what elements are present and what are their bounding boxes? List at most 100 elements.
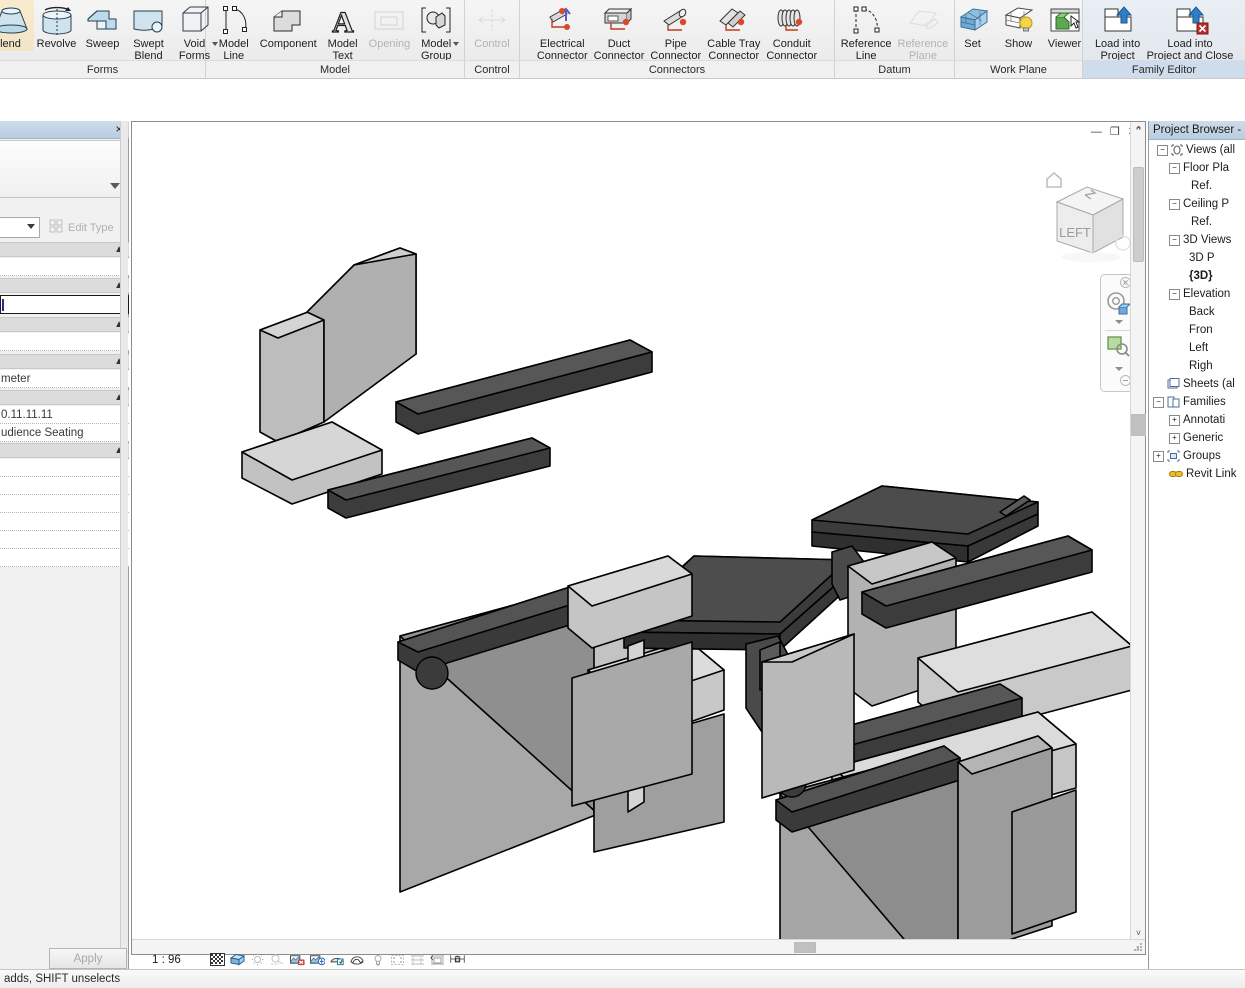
tree-node-floor-plans[interactable]: − Floor Pla (1149, 159, 1245, 177)
tree-node-elevation-back[interactable]: Back (1149, 303, 1245, 321)
type-selector-combobox[interactable] (0, 217, 40, 238)
visual-style-icon[interactable] (230, 952, 245, 967)
ribbon-button-conduit-connector[interactable]: Conduit Connector (763, 0, 820, 62)
show-crop-region-icon[interactable] (330, 952, 345, 967)
collapse-expander-icon[interactable]: − (1169, 198, 1180, 210)
vertical-scroll-thumb-upper[interactable] (1133, 167, 1144, 262)
ribbon-button-sweep[interactable]: Sweep (80, 0, 126, 51)
property-group-header[interactable]: ▲ (0, 242, 129, 257)
canvas-vertical-scrollbar[interactable]: ^ ˅ (1130, 122, 1146, 940)
ribbon-button-label: Revolve (36, 38, 77, 50)
property-row[interactable]: udience Seating (0, 424, 129, 442)
expand-expander-icon[interactable]: + (1169, 414, 1180, 426)
tree-node-floor-plan-ref[interactable]: Ref. (1149, 177, 1245, 195)
ribbon-button-model-group[interactable]: Model Group (413, 0, 460, 62)
ribbon-button-show-workplane[interactable]: Show (996, 0, 1042, 51)
property-row-editing[interactable] (0, 295, 129, 314)
tree-node-3d-views[interactable]: − 3D Views (1149, 231, 1245, 249)
expand-expander-icon[interactable]: + (1169, 432, 1180, 444)
ribbon-button-load-into-project-and-close[interactable]: Load into Project and Close (1144, 0, 1237, 62)
ribbon-button-swept-blend[interactable]: Swept Blend (126, 0, 172, 62)
tree-node-ceiling-plans[interactable]: − Ceiling P (1149, 195, 1245, 213)
property-row[interactable] (0, 258, 129, 276)
tree-node-ceiling-plan-ref[interactable]: Ref. (1149, 213, 1245, 231)
property-row[interactable] (0, 513, 129, 531)
ribbon-button-pipe-connector[interactable]: Pipe Connector (647, 0, 704, 62)
property-row[interactable] (0, 333, 129, 351)
tree-node-revit-links[interactable]: Revit Link (1149, 465, 1245, 483)
ribbon-button-cable-tray-connector[interactable]: Cable Tray Connector (704, 0, 763, 62)
ribbon-button-duct-connector[interactable]: Duct Connector (591, 0, 648, 62)
tree-node-elevations[interactable]: − Elevation (1149, 285, 1245, 303)
drawing-area[interactable]: — ❐ ✕ (131, 121, 1146, 955)
tree-node-groups[interactable]: + Groups (1149, 447, 1245, 465)
property-row[interactable]: meter (0, 370, 129, 388)
chevron-down-icon[interactable] (453, 42, 460, 46)
lock-3d-view-icon[interactable] (450, 952, 465, 967)
scroll-down-icon[interactable]: ˅ (1131, 925, 1146, 940)
tree-node-3d-perspective[interactable]: 3D P (1149, 249, 1245, 267)
property-row[interactable] (0, 459, 129, 477)
property-group-header[interactable]: ▲ (0, 354, 129, 369)
collapse-expander-icon[interactable]: − (1169, 288, 1180, 300)
view-scale[interactable]: 1 : 96 (152, 950, 181, 969)
property-row[interactable] (0, 549, 129, 567)
collapse-ribbon-icon[interactable]: ⌃ (1134, 124, 1143, 137)
tree-node-sheets[interactable]: Sheets (al (1149, 375, 1245, 393)
ribbon-button-revolve[interactable]: Revolve (34, 0, 80, 51)
expand-view-controls-icon[interactable]: ‹ (430, 952, 434, 964)
ribbon-button-model-line[interactable]: Model Line (211, 0, 257, 62)
ribbon-button-electrical-connector[interactable]: Electrical Connector (534, 0, 591, 62)
navigation-bar[interactable] (1100, 274, 1134, 392)
tree-node-generic-models[interactable]: + Generic (1149, 429, 1245, 447)
edit-type-button[interactable]: Edit Type (44, 217, 119, 238)
tree-node-elevation-left[interactable]: Left (1149, 339, 1245, 357)
project-browser-tree[interactable]: − Views (all − Floor Pla Ref. − Ceiling … (1149, 141, 1245, 483)
detail-level-icon[interactable] (210, 952, 225, 967)
ribbon-button-model-text[interactable]: A Model Text (320, 0, 366, 62)
sun-path-icon[interactable] (250, 952, 265, 967)
tree-node-elevation-right[interactable]: Righ (1149, 357, 1245, 375)
expand-expander-icon[interactable]: + (1153, 450, 1164, 462)
property-row[interactable] (0, 531, 129, 549)
property-group-header[interactable]: ▲ (0, 390, 129, 405)
temporary-hide-isolate-icon[interactable] (350, 952, 365, 967)
chevron-down-icon[interactable] (1115, 367, 1123, 371)
ribbon-button-component[interactable]: Component (257, 0, 320, 51)
collapse-expander-icon[interactable]: − (1169, 162, 1180, 174)
property-group-header[interactable]: ▲ (0, 278, 129, 293)
tree-node-views[interactable]: − Views (all (1149, 141, 1245, 159)
chevron-down-icon[interactable] (1115, 320, 1123, 324)
property-row[interactable]: 0.11.11.11 (0, 406, 129, 424)
apply-button[interactable]: Apply (49, 948, 127, 969)
constraints-icon[interactable] (410, 952, 425, 967)
tree-node-annotation-symbols[interactable]: + Annotati (1149, 411, 1245, 429)
resize-grip[interactable] (1131, 940, 1144, 953)
crop-view-icon[interactable] (310, 952, 325, 967)
ribbon-button-set-workplane[interactable]: Set (950, 0, 996, 51)
rendering-dialog-icon[interactable] (290, 952, 305, 967)
steering-wheel-icon[interactable] (1106, 291, 1132, 319)
property-group-header[interactable]: ▲ (0, 317, 129, 332)
vertical-scroll-thumb[interactable] (1131, 414, 1146, 436)
ribbon-button-blend[interactable]: lend (0, 0, 34, 51)
tree-node-elevation-front[interactable]: Fron (1149, 321, 1245, 339)
tree-node-3d-active[interactable]: {3D} (1149, 267, 1245, 285)
ribbon-button-reference-line[interactable]: Reference Line (838, 0, 895, 62)
property-group-header[interactable]: ▲ (0, 443, 129, 458)
analytical-model-icon[interactable] (390, 952, 405, 967)
collapse-expander-icon[interactable]: − (1169, 234, 1180, 246)
tree-node-families[interactable]: − Families (1149, 393, 1245, 411)
ribbon-button-load-into-project[interactable]: Load into Project (1092, 0, 1144, 62)
property-row[interactable] (0, 495, 129, 513)
ribbon-button-workplane-viewer[interactable]: Viewer (1042, 0, 1088, 51)
property-row[interactable] (0, 477, 129, 495)
collapse-expander-icon[interactable]: − (1153, 396, 1164, 408)
shadows-icon[interactable] (270, 952, 285, 967)
collapse-expander-icon[interactable]: − (1157, 144, 1168, 156)
horizontal-scroll-thumb[interactable] (794, 942, 816, 953)
chevron-down-icon[interactable] (110, 183, 120, 189)
view-cube[interactable]: LEFT (1029, 157, 1139, 267)
zoom-icon[interactable] (1107, 335, 1131, 362)
reveal-hidden-elements-icon[interactable] (370, 952, 385, 967)
